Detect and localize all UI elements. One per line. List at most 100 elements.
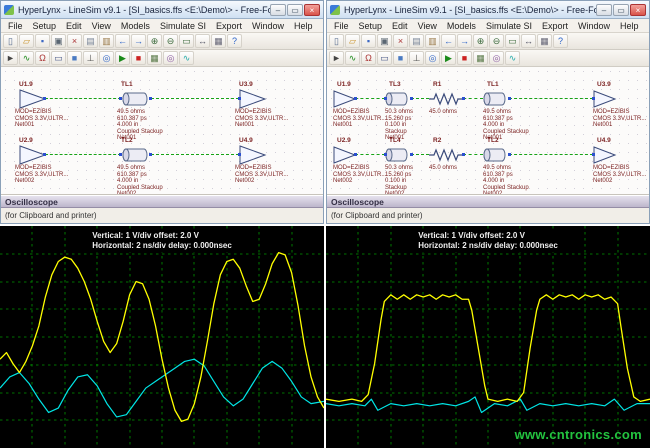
oscilloscope-icon[interactable]: ∿	[505, 51, 520, 65]
open-icon[interactable]: ▱	[345, 34, 360, 48]
print-icon[interactable]: ▣	[51, 34, 66, 48]
copy-icon[interactable]: ▤	[409, 34, 424, 48]
zoom-in-icon[interactable]: ⊕	[147, 34, 162, 48]
net-wire[interactable]	[151, 98, 239, 99]
spreadsheet-icon[interactable]: ▦	[473, 51, 488, 65]
select-icon[interactable]: ►	[329, 51, 344, 65]
resistor-icon[interactable]: Ω	[35, 51, 50, 65]
ground-icon[interactable]: ⊥	[409, 51, 424, 65]
net-wire[interactable]	[151, 154, 239, 155]
paste-icon[interactable]: ▥	[99, 34, 114, 48]
menu-item[interactable]: Edit	[61, 21, 87, 31]
tline-icon[interactable]: ▭	[51, 51, 66, 65]
probe-icon[interactable]: ◎	[425, 51, 440, 65]
tline-component[interactable]: TL1 49.5 ohms 610.387 ps 4.000 in Couple…	[481, 81, 539, 142]
probe-icon[interactable]: ◎	[99, 51, 114, 65]
zoom-out-icon[interactable]: ⊖	[489, 34, 504, 48]
buffer-component[interactable]: U1.9 MOD=EZIBIS CMOS 3.3V,ULTR... Net001	[13, 81, 97, 129]
net-wire[interactable]	[463, 154, 483, 155]
print-icon[interactable]: ▣	[377, 34, 392, 48]
zoom-out-icon[interactable]: ⊖	[163, 34, 178, 48]
menu-item[interactable]: View	[87, 21, 116, 31]
grid-icon[interactable]: ▦	[211, 34, 226, 48]
buffer-component[interactable]: U1.9 MOD=EZIBIS CMOS 3.3V,ULTR... Net001	[331, 81, 389, 129]
cut-icon[interactable]: ×	[393, 34, 408, 48]
ground-icon[interactable]: ⊥	[83, 51, 98, 65]
tline-component[interactable]: TL2 49.5 ohms 610.387 ps 4.000 in Couple…	[481, 137, 539, 195]
ic-icon[interactable]: ■	[393, 51, 408, 65]
net-wire[interactable]	[355, 98, 385, 99]
minimize-button[interactable]: –	[270, 4, 286, 16]
menu-item[interactable]: Export	[211, 21, 247, 31]
buffer-component[interactable]: U2.9 MOD=EZIBIS CMOS 3.3V,ULTR... Net002	[331, 137, 389, 185]
oscilloscope-icon[interactable]: ∿	[179, 51, 194, 65]
maximize-button[interactable]: ▭	[287, 4, 303, 16]
close-button[interactable]: ×	[630, 4, 646, 16]
oscilloscope-panel-header[interactable]: Oscilloscope	[1, 195, 323, 208]
menu-item[interactable]: Window	[573, 21, 615, 31]
buffer-component[interactable]: U2.9 MOD=EZIBIS CMOS 3.3V,ULTR... Net002	[13, 137, 97, 185]
new-icon[interactable]: ▯	[329, 34, 344, 48]
save-icon[interactable]: ▪	[361, 34, 376, 48]
buffer-component[interactable]: U4.9 MOD=EZIBIS CMOS 3.3V,ULTR... Net002	[233, 137, 317, 185]
net-wire[interactable]	[355, 154, 385, 155]
buffer-component[interactable]: U4.9 MOD=EZIBIS CMOS 3.3V,ULTR... Net002	[591, 137, 649, 185]
menu-item[interactable]: View	[413, 21, 442, 31]
menu-item[interactable]: Help	[289, 21, 318, 31]
menu-item[interactable]: Simulate SI	[155, 21, 211, 31]
open-icon[interactable]: ▱	[19, 34, 34, 48]
redo-icon[interactable]: →	[131, 34, 146, 48]
menu-item[interactable]: Simulate SI	[481, 21, 537, 31]
menu-item[interactable]: Window	[247, 21, 289, 31]
net-wire[interactable]	[509, 154, 593, 155]
spreadsheet-icon[interactable]: ▦	[147, 51, 162, 65]
run-simulation-icon[interactable]: ▶	[115, 51, 130, 65]
stop-icon[interactable]: ■	[457, 51, 472, 65]
close-button[interactable]: ×	[304, 4, 320, 16]
select-icon[interactable]: ►	[3, 51, 18, 65]
titlebar[interactable]: HyperLynx - LineSim v9.1 - [SI_basics.ff…	[327, 1, 649, 19]
eye-diagram-icon[interactable]: ◎	[163, 51, 178, 65]
redo-icon[interactable]: →	[457, 34, 472, 48]
tline-component[interactable]: TL2 49.5 ohms 610.387 ps 4.000 in Couple…	[115, 137, 199, 195]
oscilloscope-panel-header[interactable]: Oscilloscope	[327, 195, 649, 208]
eye-diagram-icon[interactable]: ◎	[489, 51, 504, 65]
stop-icon[interactable]: ■	[131, 51, 146, 65]
run-simulation-icon[interactable]: ▶	[441, 51, 456, 65]
net-wire[interactable]	[45, 154, 121, 155]
net-wire[interactable]	[411, 98, 429, 99]
titlebar[interactable]: HyperLynx - LineSim v9.1 - [SI_basics.ff…	[1, 1, 323, 19]
zoom-fit-icon[interactable]: ▭	[505, 34, 520, 48]
pan-icon[interactable]: ↔	[521, 34, 536, 48]
undo-icon[interactable]: ←	[441, 34, 456, 48]
new-icon[interactable]: ▯	[3, 34, 18, 48]
help-icon[interactable]: ?	[553, 34, 568, 48]
cut-icon[interactable]: ×	[67, 34, 82, 48]
menu-item[interactable]: File	[329, 21, 354, 31]
schematic-canvas[interactable]: U1.9 MOD=EZIBIS CMOS 3.3V,ULTR... Net001…	[327, 67, 649, 195]
menu-item[interactable]: Models	[442, 21, 481, 31]
minimize-button[interactable]: –	[596, 4, 612, 16]
menu-item[interactable]: Setup	[354, 21, 388, 31]
wire-icon[interactable]: ∿	[19, 51, 34, 65]
paste-icon[interactable]: ▥	[425, 34, 440, 48]
copy-icon[interactable]: ▤	[83, 34, 98, 48]
menu-item[interactable]: Setup	[28, 21, 62, 31]
menu-item[interactable]: Edit	[387, 21, 413, 31]
ic-icon[interactable]: ■	[67, 51, 82, 65]
schematic-canvas[interactable]: U1.9 MOD=EZIBIS CMOS 3.3V,ULTR... Net001…	[1, 67, 323, 195]
resistor-icon[interactable]: Ω	[361, 51, 376, 65]
menu-item[interactable]: File	[3, 21, 28, 31]
pan-icon[interactable]: ↔	[195, 34, 210, 48]
save-icon[interactable]: ▪	[35, 34, 50, 48]
zoom-in-icon[interactable]: ⊕	[473, 34, 488, 48]
zoom-fit-icon[interactable]: ▭	[179, 34, 194, 48]
net-wire[interactable]	[411, 154, 429, 155]
undo-icon[interactable]: ←	[115, 34, 130, 48]
grid-icon[interactable]: ▦	[537, 34, 552, 48]
tline-icon[interactable]: ▭	[377, 51, 392, 65]
wire-icon[interactable]: ∿	[345, 51, 360, 65]
menu-item[interactable]: Export	[537, 21, 573, 31]
menu-item[interactable]: Help	[615, 21, 644, 31]
menu-item[interactable]: Models	[116, 21, 155, 31]
